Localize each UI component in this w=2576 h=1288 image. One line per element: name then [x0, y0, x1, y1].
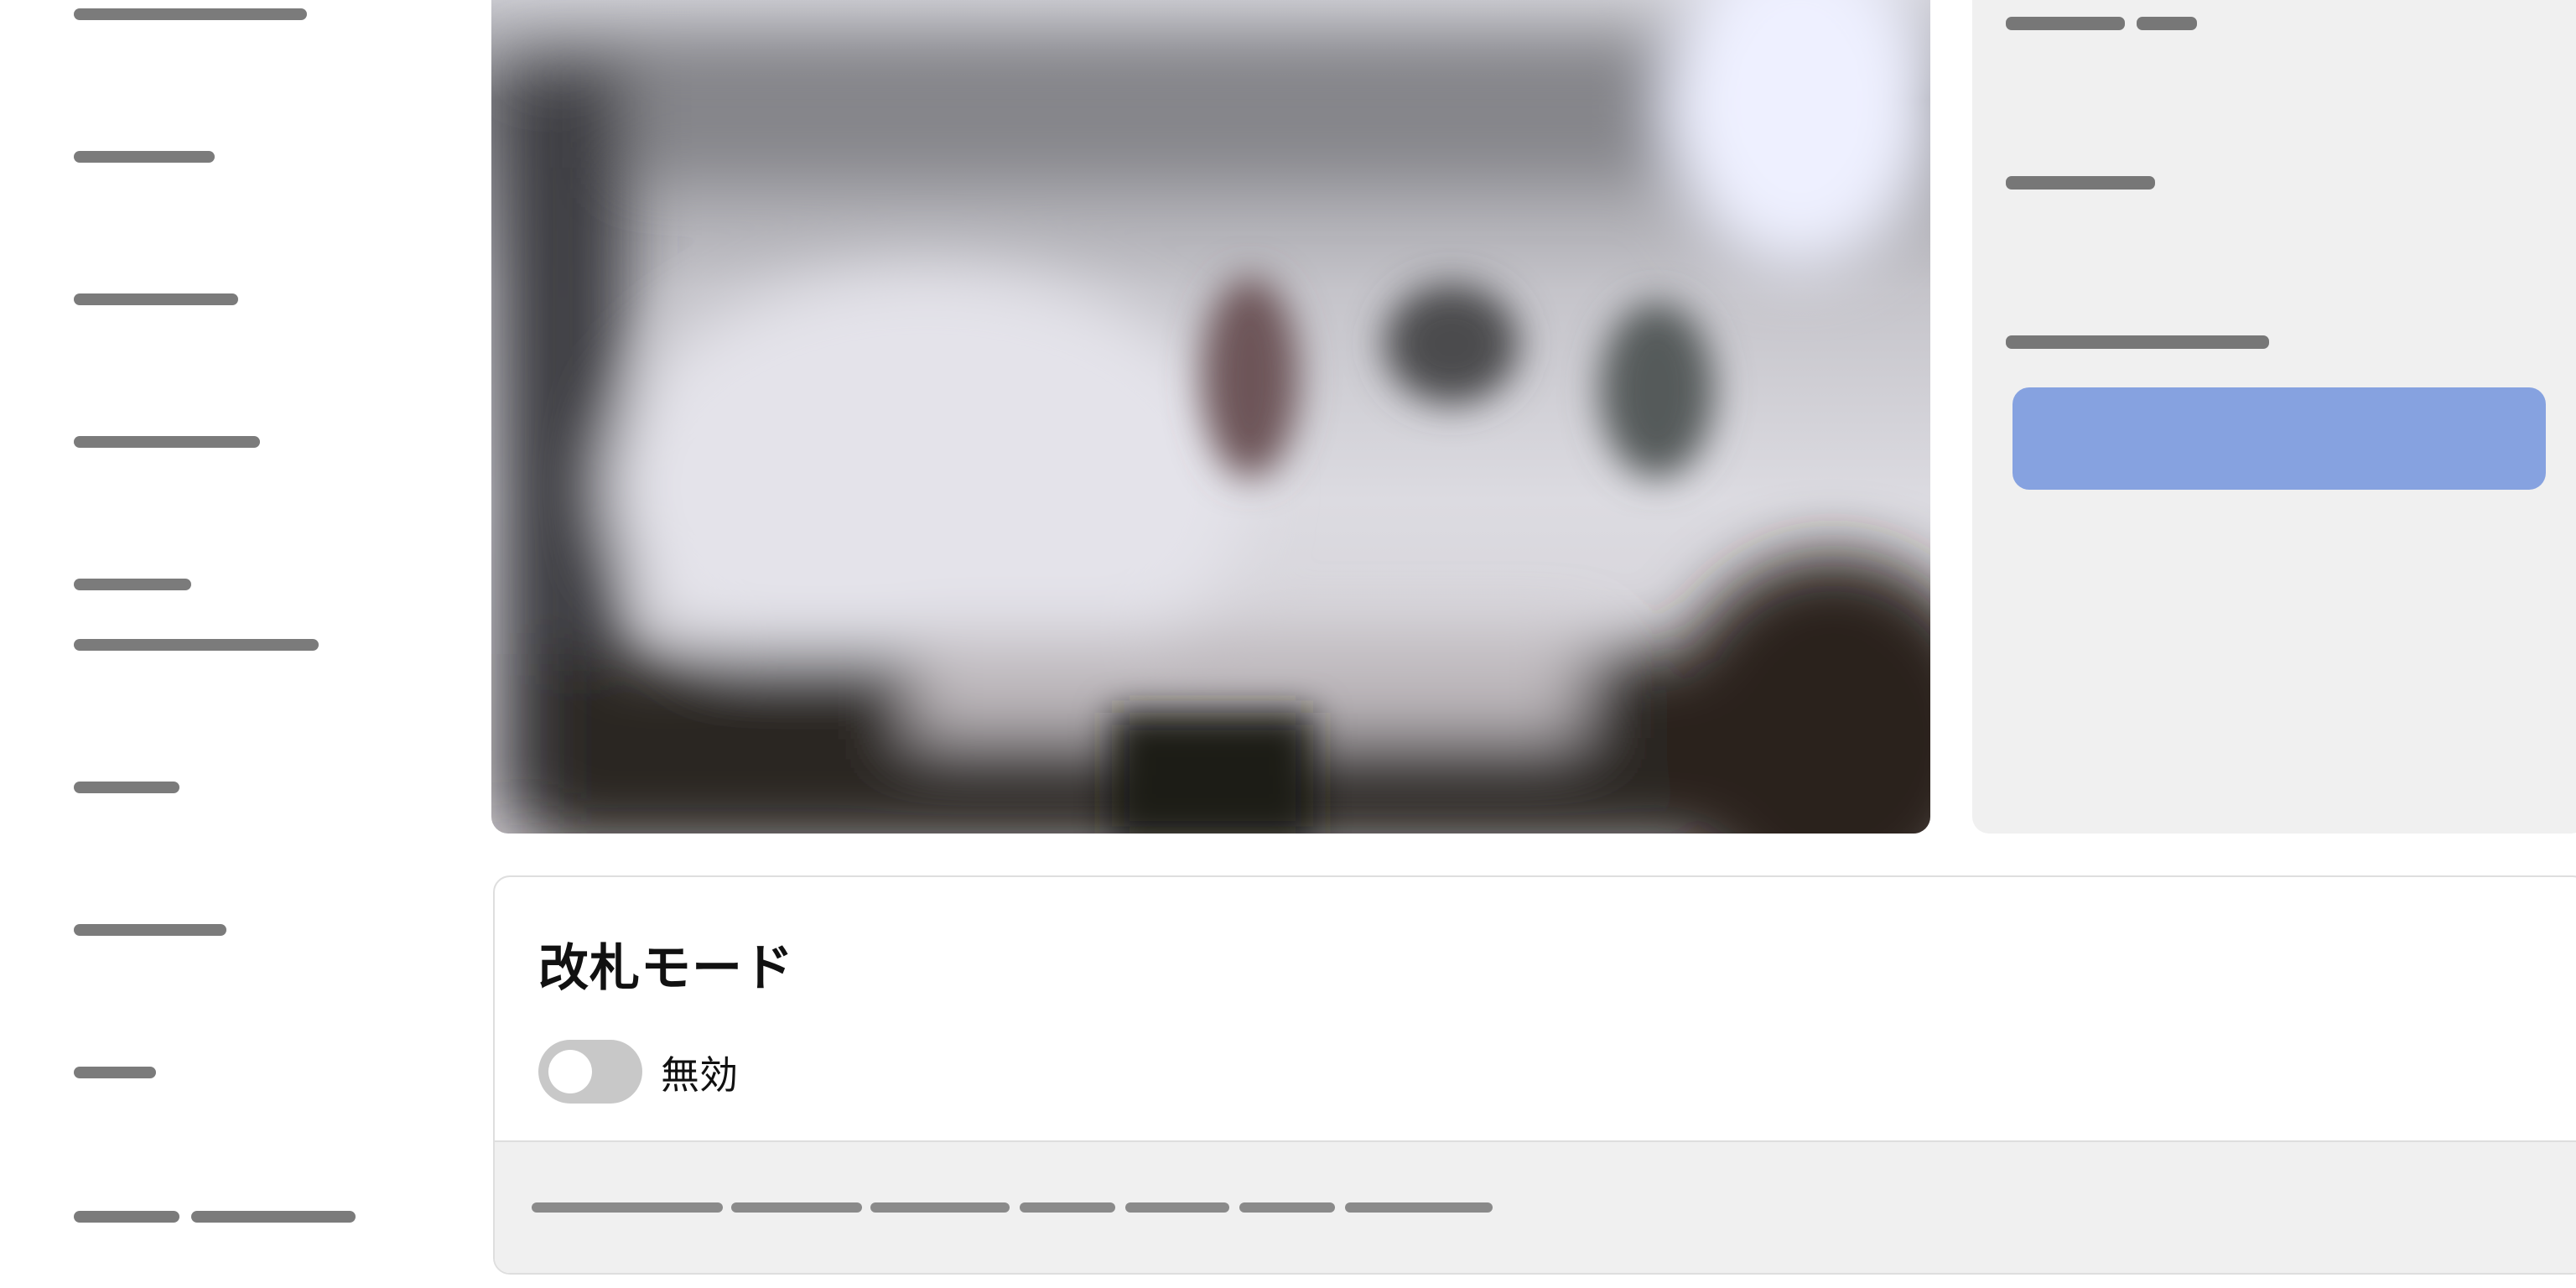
sidebar-item-label: [74, 782, 179, 793]
sidebar-item-9[interactable]: [74, 1196, 409, 1246]
info-panel: [1972, 0, 2576, 834]
sidebar-item-6[interactable]: [74, 766, 409, 817]
info-label: [2006, 335, 2269, 349]
sidebar-item-8[interactable]: [74, 1052, 409, 1102]
ticket-gate-toggle[interactable]: [538, 1040, 642, 1104]
footer-text: [870, 1202, 1010, 1213]
sidebar-item-label: [74, 1211, 179, 1223]
info-label: [2006, 176, 2155, 190]
footer-text: [1239, 1202, 1335, 1213]
sidebar-item-label: [74, 151, 215, 163]
blurred-camera-image: [491, 0, 1930, 834]
footer-text: [1020, 1202, 1115, 1213]
sidebar-item-label: [74, 8, 307, 20]
ticket-gate-card: 改札モード 無効: [493, 875, 2576, 1275]
camera-preview: [491, 0, 1930, 834]
ticket-gate-title: 改札モード: [538, 939, 794, 998]
sidebar-item-label: [74, 579, 191, 590]
sidebar-item-label: [74, 436, 260, 448]
sidebar-item-7[interactable]: [74, 909, 409, 959]
sidebar-item-label: [74, 1067, 156, 1078]
sidebar-item-4[interactable]: [74, 421, 409, 471]
sidebar-item-label: [74, 639, 319, 651]
sidebar-item-3[interactable]: [74, 278, 409, 329]
info-value: [2137, 17, 2197, 30]
sidebar-item-label: [191, 1211, 356, 1223]
sidebar: [0, 0, 453, 1288]
ticket-gate-status: 無効: [661, 1052, 738, 1098]
footer-text: [1345, 1202, 1493, 1213]
sidebar-item-label: [74, 293, 238, 305]
toggle-knob: [548, 1050, 592, 1093]
sidebar-item-5[interactable]: [74, 564, 409, 656]
sidebar-item-2[interactable]: [74, 134, 409, 184]
sidebar-item-1[interactable]: [74, 0, 409, 50]
sidebar-item-label: [74, 924, 226, 936]
ticket-gate-footer: [495, 1140, 2576, 1273]
footer-text: [731, 1202, 862, 1213]
primary-action-button[interactable]: [2012, 387, 2546, 490]
footer-text: [1125, 1202, 1229, 1213]
info-label: [2006, 17, 2125, 30]
footer-text: [532, 1202, 723, 1213]
